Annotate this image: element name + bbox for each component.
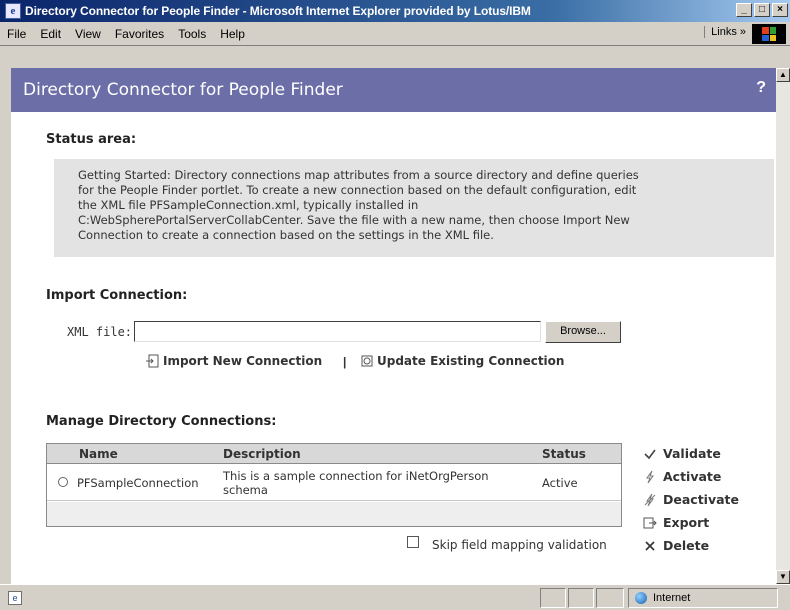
maximize-button[interactable]: □ <box>754 3 770 17</box>
delete-link[interactable]: Delete <box>642 538 709 553</box>
menu-favorites[interactable]: Favorites <box>108 27 171 41</box>
portlet-title: Directory Connector for People Finder <box>23 80 343 100</box>
activate-label: Activate <box>663 469 722 484</box>
xml-file-label: XML file: <box>67 325 133 339</box>
delete-x-icon <box>642 539 658 553</box>
deactivate-label: Deactivate <box>663 492 739 507</box>
validate-link[interactable]: Validate <box>642 446 721 461</box>
links-toolbar[interactable]: Links » <box>704 26 746 38</box>
scroll-down-arrow-icon[interactable]: ▼ <box>776 570 790 584</box>
browse-button[interactable]: Browse... <box>545 321 621 343</box>
import-icon <box>146 354 160 368</box>
checkmark-icon <box>642 447 658 461</box>
deactivate-icon <box>642 493 658 507</box>
window-title: Directory Connector for People Finder - … <box>25 4 531 18</box>
connections-table: Name Description Status PFSampleConnecti… <box>46 443 622 527</box>
status-panel <box>596 588 624 608</box>
connection-description-line1: This is a sample connection for iNetOrgP… <box>223 469 489 483</box>
window-frame-left <box>0 46 11 584</box>
close-button[interactable]: × <box>772 3 788 17</box>
link-separator: | <box>343 355 347 369</box>
window-title-bar: e Directory Connector for People Finder … <box>0 0 790 22</box>
security-zone: Internet <box>628 588 778 608</box>
xml-file-input[interactable] <box>134 321 541 342</box>
status-line: for the People Finder portlet. To create… <box>78 183 637 197</box>
column-header-name: Name <box>79 447 118 461</box>
table-row[interactable]: PFSampleConnection This is a sample conn… <box>47 465 621 501</box>
activate-link[interactable]: Activate <box>642 469 721 484</box>
status-message-box: Getting Started: Directory connections m… <box>54 159 774 257</box>
windows-logo-icon <box>752 24 786 44</box>
import-new-connection-link[interactable]: Import New Connection <box>146 354 322 368</box>
status-line: the XML file PFSampleConnection.xml, typ… <box>78 198 419 212</box>
activate-icon <box>642 470 658 484</box>
scroll-up-arrow-icon[interactable]: ▲ <box>776 68 790 82</box>
status-bar: e Internet <box>0 584 790 610</box>
menu-edit[interactable]: Edit <box>33 27 68 41</box>
column-header-description: Description <box>223 447 301 461</box>
menu-tools[interactable]: Tools <box>171 27 213 41</box>
menu-help[interactable]: Help <box>213 27 252 41</box>
skip-validation-checkbox[interactable] <box>407 536 419 548</box>
update-existing-connection-link[interactable]: Update Existing Connection <box>360 354 564 368</box>
column-header-status: Status <box>542 447 586 461</box>
status-area-heading: Status area: <box>46 132 137 147</box>
row-select-radio[interactable] <box>58 477 68 487</box>
export-link[interactable]: Export <box>642 515 709 530</box>
connection-description-line2: schema <box>223 483 268 497</box>
portlet-header: Directory Connector for People Finder ? <box>11 68 776 112</box>
connection-status: Active <box>542 476 578 490</box>
ie-icon: e <box>5 3 21 19</box>
delete-label: Delete <box>663 538 710 553</box>
window-controls: _ □ × <box>736 3 788 17</box>
status-line: C:WebSpherePortalServerCollabCenter. Sav… <box>78 213 630 227</box>
help-icon[interactable]: ? <box>756 79 766 97</box>
validate-label: Validate <box>663 446 721 461</box>
status-panel <box>540 588 566 608</box>
status-panel <box>568 588 594 608</box>
table-empty-row <box>47 502 621 526</box>
globe-icon <box>635 592 647 604</box>
export-label: Export <box>663 515 710 530</box>
table-header: Name Description Status <box>47 444 621 464</box>
menu-file[interactable]: File <box>0 27 33 41</box>
import-connection-heading: Import Connection: <box>46 288 188 303</box>
connection-name: PFSampleConnection <box>77 476 199 490</box>
skip-validation-label: Skip field mapping validation <box>432 538 607 552</box>
update-icon <box>360 354 374 368</box>
menu-view[interactable]: View <box>68 27 108 41</box>
vertical-scrollbar[interactable]: ▲ ▼ <box>776 68 790 584</box>
manage-connections-heading: Manage Directory Connections: <box>46 414 277 429</box>
minimize-button[interactable]: _ <box>736 3 752 17</box>
deactivate-link[interactable]: Deactivate <box>642 492 739 507</box>
page-status-icon: e <box>8 591 22 605</box>
status-line: Connection to create a connection based … <box>78 228 494 242</box>
import-new-connection-label: Import New Connection <box>163 354 323 368</box>
status-line: Getting Started: Directory connections m… <box>78 168 639 182</box>
zone-label: Internet <box>653 592 691 604</box>
menu-bar: File Edit View Favorites Tools Help Link… <box>0 22 790 46</box>
update-existing-connection-label: Update Existing Connection <box>377 354 565 368</box>
export-icon <box>642 516 658 530</box>
